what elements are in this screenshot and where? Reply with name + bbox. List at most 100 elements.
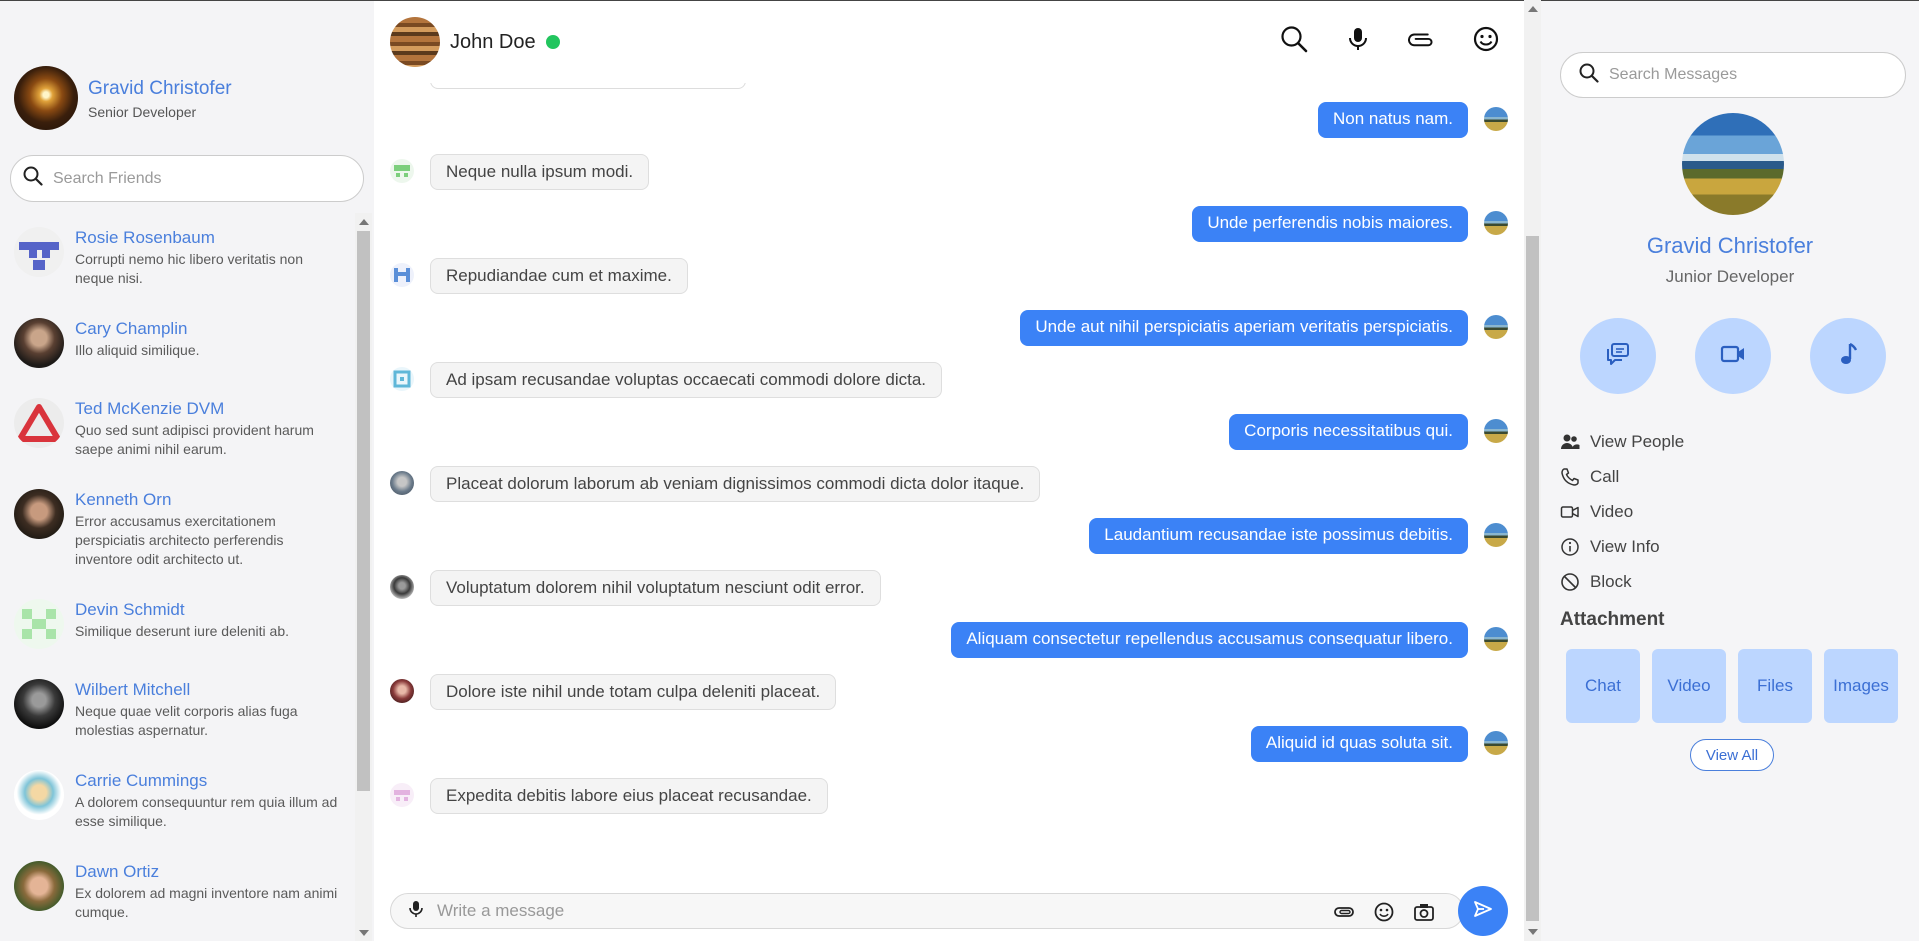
message-bubble: Unde aut nihil perspiciatis aperiam veri… [1020, 310, 1468, 346]
scroll-down-arrow-icon[interactable] [359, 930, 369, 936]
block-icon [1560, 572, 1580, 592]
friend-last-message: Quo sed sunt adipisci provident harum sa… [75, 422, 314, 457]
paperclip-icon[interactable] [1333, 901, 1355, 923]
chat-button[interactable] [1580, 318, 1656, 394]
friend-item[interactable]: Ted McKenzie DVM Quo sed sunt adipisci pr… [0, 384, 355, 475]
friend-last-message: A dolorem consequuntur rem quia illum ad… [75, 794, 338, 829]
friend-item[interactable]: Cary Champlin Illo aliquid similique. [0, 304, 355, 384]
smiley-icon[interactable] [1472, 25, 1500, 53]
message-bubble: Repudiandae cum et maxime. [430, 258, 688, 294]
avatar [390, 471, 414, 495]
contact-avatar[interactable] [390, 17, 440, 67]
message-row-outgoing: Aliquid id quas soluta sit. [374, 726, 1524, 766]
avatar [390, 679, 414, 703]
profile-role: Junior Developer [1665, 267, 1795, 286]
attachment-images-tile[interactable]: Images [1824, 649, 1898, 723]
friend-item[interactable]: Devin Schmidt Similique deserunt iure del… [0, 585, 355, 665]
scroll-up-arrow-icon[interactable] [1528, 6, 1538, 12]
microphone-icon[interactable] [407, 900, 425, 923]
camera-icon[interactable] [1413, 901, 1435, 923]
message-bubble: Dolore iste nihil unde totam culpa delen… [430, 674, 837, 710]
scrollbar-thumb[interactable] [357, 231, 370, 791]
message-row-incoming: Expedita debitis labore eius placeat rec… [374, 778, 1524, 818]
avatar [1484, 731, 1508, 755]
search-icon[interactable] [1280, 25, 1308, 53]
video-action[interactable]: Video [1560, 494, 1684, 529]
message-row-outgoing: Corporis necessitatibus qui. [374, 414, 1524, 454]
friend-item[interactable]: Dawn Ortiz Ex dolorem ad magni inventore … [0, 847, 355, 938]
friend-item[interactable]: Carrie Cummings A dolorem consequuntur re… [0, 756, 355, 847]
friend-last-message: Similique deserunt iure deleniti ab. [75, 623, 290, 639]
current-user-role: Senior Developer [88, 103, 197, 120]
friends-search[interactable] [10, 155, 364, 202]
friend-item[interactable]: Rosie Rosenbaum Corrupti nemo hic libero … [0, 213, 355, 304]
scrollbar-thumb[interactable] [1526, 236, 1539, 921]
friend-item[interactable]: Wilbert Mitchell Neque quae velit corpori… [0, 665, 355, 756]
avatar [1484, 523, 1508, 547]
friend-list: Rosie Rosenbaum Corrupti nemo hic libero … [0, 213, 355, 941]
search-messages-input[interactable] [1609, 66, 1889, 84]
video-icon [1560, 502, 1580, 522]
message-bubble: Non natus nam. [1317, 102, 1468, 138]
message-row-incoming: Dolore iste nihil unde totam culpa delen… [374, 674, 1524, 714]
attachment-files-tile[interactable]: Files [1738, 649, 1812, 723]
friends-scrollbar[interactable] [355, 213, 372, 941]
avatar [14, 861, 64, 911]
chat-panel: John Doe Non natus nam. Neque nulla ipsu… [374, 0, 1524, 941]
message-bubble: Aliquid id quas soluta sit. [1250, 726, 1468, 762]
scroll-up-arrow-icon[interactable] [359, 219, 369, 225]
message-bubble: Neque nulla ipsum modi. [430, 154, 650, 190]
friend-name: Devin Schmidt [75, 600, 185, 619]
contact-name: John Doe [450, 30, 536, 53]
view-info-action[interactable]: View Info [1560, 529, 1684, 564]
attachment-video-tile[interactable]: Video [1652, 649, 1726, 723]
view-people-action[interactable]: View People [1560, 424, 1684, 459]
message-bubble: Voluptatum dolorem nihil voluptatum nesc… [430, 570, 881, 606]
profile-avatar [1682, 113, 1784, 215]
search-icon [23, 166, 43, 191]
messages-search[interactable] [1560, 52, 1906, 98]
action-label: View Info [1590, 536, 1660, 556]
scroll-down-arrow-icon[interactable] [1528, 929, 1538, 935]
friend-item[interactable]: Kenneth Orn Error accusamus exercitatione… [0, 475, 355, 585]
current-user[interactable]: Gravid Christofer Senior Developer [14, 66, 232, 130]
current-user-name: Gravid Christofer [88, 77, 232, 99]
send-button[interactable] [1458, 886, 1508, 936]
smiley-icon[interactable] [1373, 901, 1395, 923]
attachment-chat-tile[interactable]: Chat [1566, 649, 1640, 723]
message-composer [390, 893, 1464, 929]
call-action[interactable]: Call [1560, 459, 1684, 494]
avatar [1484, 107, 1508, 131]
avatar [1484, 315, 1508, 339]
message-bubble: Laudantium recusandae iste possimus debi… [1089, 518, 1468, 554]
action-label: View People [1590, 431, 1685, 451]
message-row-incoming: Repudiandae cum et maxime. [374, 258, 1524, 298]
view-all-button[interactable]: View All [1690, 739, 1774, 771]
friend-last-message: Ex dolorem ad magni inventore nam animi … [75, 885, 338, 920]
microphone-icon[interactable] [1344, 25, 1372, 53]
message-bubble: Aliquam consectetur repellendus accusamu… [951, 622, 1468, 658]
avatar [1484, 419, 1508, 443]
message-bubble-partial [430, 83, 746, 89]
avatar [390, 367, 414, 391]
message-list: Non natus nam. Neque nulla ipsum modi. U… [374, 83, 1524, 883]
avatar [1484, 627, 1508, 651]
block-action[interactable]: Block [1560, 564, 1684, 599]
search-friends-input[interactable] [53, 169, 333, 188]
friends-sidebar: Gravid Christofer Senior Developer Rosie… [0, 0, 374, 941]
attachment-title: Attachment [1560, 609, 1665, 630]
phone-icon [1560, 467, 1580, 487]
audio-button[interactable] [1810, 318, 1886, 394]
paperclip-icon[interactable] [1408, 25, 1436, 53]
chat-scrollbar[interactable] [1524, 0, 1541, 941]
avatar [14, 679, 64, 729]
message-bubble: Ad ipsam recusandae voluptas occaecati c… [430, 362, 943, 398]
action-label: Video [1590, 501, 1634, 521]
friend-last-message: Neque quae velit corporis alias fuga mol… [75, 703, 298, 738]
avatar [14, 66, 78, 130]
avatar [390, 263, 414, 287]
message-input[interactable] [437, 901, 1317, 921]
video-call-button[interactable] [1695, 318, 1771, 394]
message-bubble: Placeat dolorum laborum ab veniam dignis… [430, 466, 1041, 502]
avatar [14, 318, 64, 368]
